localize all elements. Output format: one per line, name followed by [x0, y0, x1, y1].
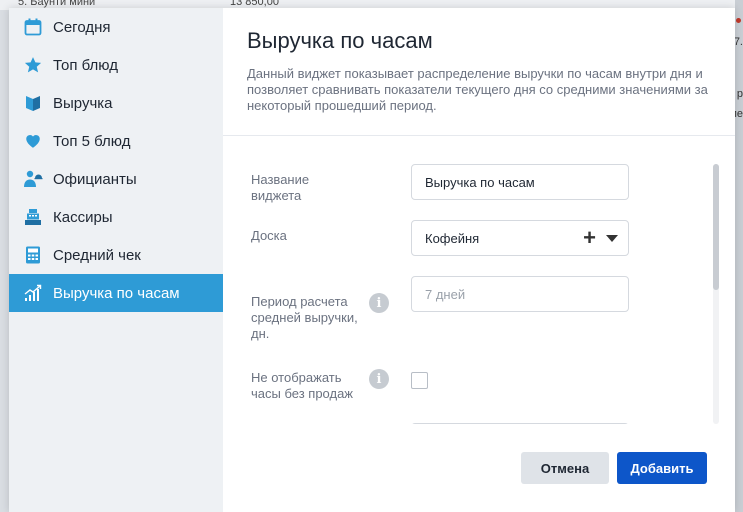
widget-name-input[interactable]: Выручка по часам [411, 164, 629, 200]
sidebar-item-label: Выручка по часам [53, 284, 180, 302]
plus-icon[interactable]: + [583, 227, 596, 249]
sidebar-item-today[interactable]: Сегодня [9, 8, 223, 46]
add-button[interactable]: Добавить [617, 452, 707, 484]
next-field-input[interactable] [411, 423, 629, 424]
sidebar-item-top-dishes[interactable]: Топ блюд [9, 46, 223, 84]
sidebar-item-label: Кассиры [53, 208, 113, 226]
board-value: Кофейня [425, 230, 480, 246]
sidebar-item-label: Сегодня [53, 18, 111, 36]
calculator-icon [23, 245, 43, 265]
background-right-edge: 7. р еле [725, 0, 743, 512]
sidebar-item-top-5-dishes[interactable]: Топ 5 блюд [9, 122, 223, 160]
sidebar-item-label: Топ 5 блюд [53, 132, 131, 150]
bg-item-name: 5. Баунти мини [18, 0, 96, 8]
add-widget-modal: Сегодня Топ блюд Выручка Топ 5 блюд Офиц… [9, 8, 735, 512]
sidebar-item-label: Выручка [53, 94, 113, 112]
settings-form: Название виджета Выручка по часам Доска … [223, 136, 735, 424]
bg-right-text-1: 7. [733, 36, 743, 48]
sidebar-item-cashiers[interactable]: Кассиры [9, 198, 223, 236]
book-icon [23, 93, 43, 113]
sidebar-item-revenue[interactable]: Выручка [9, 84, 223, 122]
board-select-actions: + [583, 227, 618, 249]
widget-description: Данный виджет показывает распределение в… [247, 66, 708, 113]
sidebar-item-label: Официанты [53, 170, 137, 188]
star-icon [23, 55, 43, 75]
form-scrollbar-thumb[interactable] [713, 164, 719, 290]
info-icon[interactable]: i [369, 369, 389, 389]
heart-icon [23, 131, 43, 151]
cancel-button[interactable]: Отмена [521, 452, 609, 484]
sidebar-item-average-check[interactable]: Средний чек [9, 236, 223, 274]
chevron-down-icon[interactable] [606, 234, 618, 242]
sidebar-item-label: Средний чек [53, 246, 141, 264]
bg-right-text-2: р [736, 88, 743, 100]
widget-name-label: Название виджета [251, 172, 310, 203]
bg-status-dot [736, 18, 741, 23]
calendar-icon [23, 17, 43, 37]
sidebar-item-waiters[interactable]: Официанты [9, 160, 223, 198]
board-select[interactable]: Кофейня + [411, 220, 629, 256]
board-label: Доска [251, 228, 287, 243]
info-icon[interactable]: i [369, 293, 389, 313]
cash-register-icon [23, 207, 43, 227]
widget-name-value: Выручка по часам [425, 174, 535, 190]
widget-settings-panel: Выручка по часам Данный виджет показывае… [223, 8, 735, 512]
average-period-input[interactable]: 7 дней [411, 276, 629, 312]
growth-chart-icon [23, 283, 43, 303]
waiter-icon [23, 169, 43, 189]
bg-item-value: 13 850,00 [230, 0, 279, 8]
average-period-placeholder: 7 дней [425, 286, 466, 302]
average-period-label: Период расчета средней выручки, дн. [251, 294, 358, 341]
widget-type-sidebar: Сегодня Топ блюд Выручка Топ 5 блюд Офиц… [9, 8, 223, 512]
page-title: Выручка по часам [247, 28, 433, 53]
hide-empty-hours-label: Не отображать часы без продаж [251, 370, 354, 401]
hide-empty-hours-checkbox[interactable] [411, 372, 428, 389]
sidebar-item-hourly-revenue[interactable]: Выручка по часам [9, 274, 223, 312]
sidebar-item-label: Топ блюд [53, 56, 118, 74]
